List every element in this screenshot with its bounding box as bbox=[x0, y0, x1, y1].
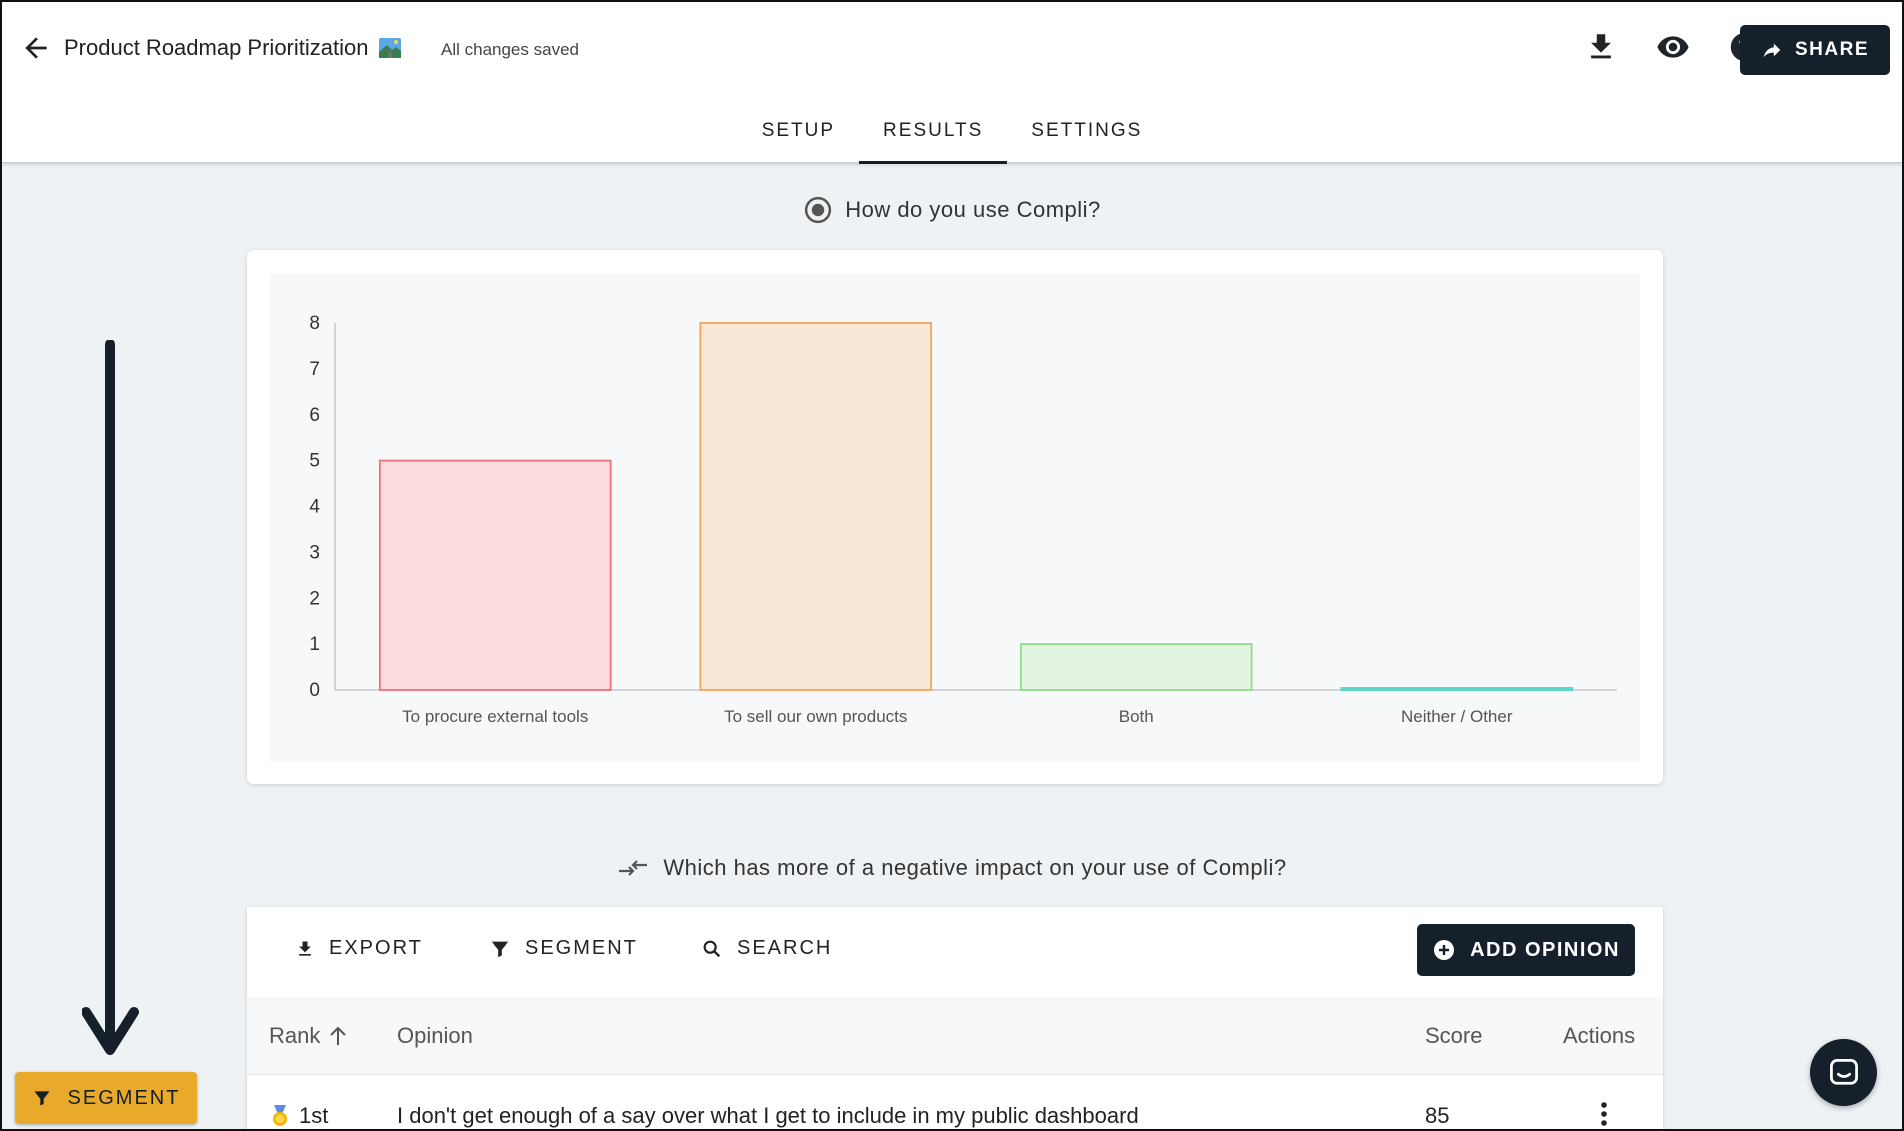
search-button[interactable]: SEARCH bbox=[701, 937, 832, 960]
share-label: SHARE bbox=[1794, 39, 1869, 60]
rank-header-label: Rank bbox=[269, 1023, 321, 1048]
y-tick-label: 1 bbox=[309, 634, 320, 655]
document-title-text: Product Roadmap Prioritization bbox=[64, 35, 369, 60]
rank-value: 1st bbox=[299, 1103, 329, 1128]
rank-column-header[interactable]: Rank bbox=[269, 1023, 350, 1049]
actions-column-header: Actions bbox=[1563, 1023, 1636, 1048]
add-opinion-button[interactable]: ADD OPINION bbox=[1417, 924, 1635, 976]
top-actions bbox=[1584, 30, 1762, 64]
rank-cell: 1st bbox=[269, 1103, 328, 1129]
bar-3 bbox=[1019, 643, 1253, 691]
download-icon[interactable] bbox=[1584, 30, 1618, 64]
annotation-arrow bbox=[82, 340, 139, 1055]
y-tick-label: 4 bbox=[309, 497, 320, 518]
filter-icon bbox=[34, 1091, 50, 1106]
y-tick-label: 5 bbox=[309, 451, 320, 472]
search-label: SEARCH bbox=[737, 937, 833, 959]
bar-1 bbox=[378, 459, 612, 691]
y-tick-label: 7 bbox=[309, 359, 320, 380]
filter-icon bbox=[491, 941, 509, 957]
y-tick-label: 6 bbox=[309, 405, 320, 426]
roadmap-emoji-icon bbox=[379, 38, 402, 58]
question-2-text: Which has more of a negative impact on y… bbox=[663, 855, 1287, 880]
export-label: EXPORT bbox=[329, 937, 423, 959]
export-button[interactable]: EXPORT bbox=[295, 937, 423, 960]
radio-button-icon bbox=[805, 196, 832, 224]
table-header: Rank Opinion Score Actions bbox=[247, 997, 1663, 1075]
segment-label: SEGMENT bbox=[525, 937, 638, 959]
y-tick-label: 2 bbox=[309, 588, 320, 609]
search-icon bbox=[703, 940, 721, 957]
share-button[interactable]: SHARE bbox=[1740, 25, 1890, 75]
preview-eye-icon[interactable] bbox=[1656, 30, 1690, 64]
segment-button[interactable]: SEGMENT bbox=[489, 937, 638, 960]
bar-2 bbox=[699, 322, 933, 691]
app-frame: Product Roadmap Prioritization All chang… bbox=[0, 0, 1904, 1131]
opinion-cell: I don't get enough of a say over what I … bbox=[397, 1103, 1139, 1128]
chat-icon bbox=[1829, 1058, 1858, 1085]
y-tick-label: 8 bbox=[309, 313, 320, 334]
chart-card: 0 1 2 3 4 5 6 7 8 To procure external tools To sel… bbox=[247, 250, 1663, 784]
y-tick-label: 0 bbox=[309, 680, 320, 701]
tab-bar: SETUP RESULTS SETTINGS bbox=[2, 110, 1902, 164]
tab-setup[interactable]: SETUP bbox=[738, 110, 859, 163]
save-status: All changes saved bbox=[441, 40, 579, 59]
x-tick-label: Neither / Other bbox=[1401, 707, 1513, 726]
bar-4 bbox=[1340, 687, 1574, 691]
x-tick-label: Both bbox=[1119, 707, 1154, 726]
floating-segment-label: SEGMENT bbox=[67, 1086, 181, 1109]
y-tick-label: 3 bbox=[309, 542, 320, 563]
document-title: Product Roadmap Prioritization bbox=[64, 35, 402, 61]
table-toolbar: EXPORT SEGMENT SEARCH ADD OPINION bbox=[247, 907, 1663, 997]
x-tick-label: To procure external tools bbox=[402, 707, 588, 726]
compare-arrows-icon bbox=[619, 860, 648, 876]
download-icon bbox=[299, 941, 311, 956]
question-1-text: How do you use Compli? bbox=[845, 197, 1101, 222]
question-1-heading: How do you use Compli? bbox=[2, 195, 1902, 225]
add-opinion-label: ADD OPINION bbox=[1470, 938, 1620, 961]
share-arrow-icon bbox=[1763, 43, 1781, 58]
question-2-heading: Which has more of a negative impact on y… bbox=[2, 854, 1902, 882]
top-bar: Product Roadmap Prioritization All chang… bbox=[2, 2, 1902, 164]
chat-button[interactable] bbox=[1810, 1039, 1877, 1106]
tab-settings[interactable]: SETTINGS bbox=[1007, 110, 1166, 163]
score-column-header[interactable]: Score bbox=[1425, 1023, 1482, 1049]
floating-segment-button[interactable]: SEGMENT bbox=[15, 1072, 197, 1124]
opinions-table-card: EXPORT SEGMENT SEARCH ADD OPINION Rank O… bbox=[247, 907, 1663, 1129]
table-row[interactable]: 1st I don't get enough of a say over wha… bbox=[247, 1075, 1663, 1129]
tab-results[interactable]: RESULTS bbox=[859, 110, 1008, 164]
gold-medal-icon bbox=[273, 1105, 287, 1126]
sort-ascending-icon bbox=[330, 1026, 347, 1045]
score-cell: 85 bbox=[1425, 1103, 1450, 1128]
plus-circle-icon bbox=[1434, 940, 1455, 960]
back-arrow-icon[interactable] bbox=[20, 32, 52, 64]
bar-chart: 0 1 2 3 4 5 6 7 8 To procure external tools To sel… bbox=[309, 313, 1617, 726]
opinion-column-header: Opinion bbox=[397, 1023, 473, 1048]
more-actions-icon[interactable] bbox=[1599, 1101, 1609, 1127]
x-tick-label: To sell our own products bbox=[724, 707, 907, 726]
